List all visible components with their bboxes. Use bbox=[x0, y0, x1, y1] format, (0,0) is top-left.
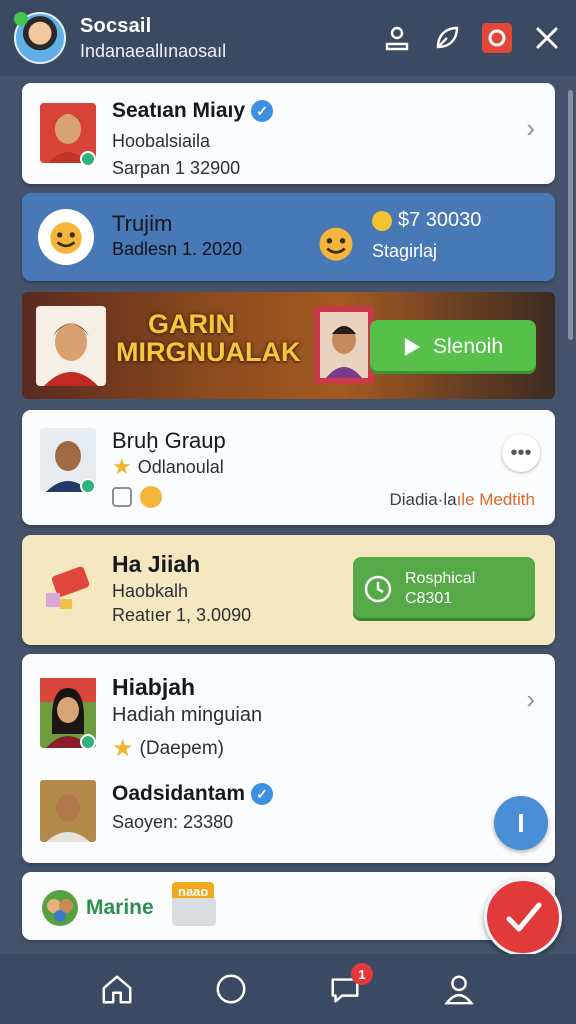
contact-card[interactable]: Seatıan Miaıy ✓ Hoobalsiaila Sarpan 1 329… bbox=[22, 83, 555, 184]
sub-profile-line: Saoyen: 23380 bbox=[112, 812, 234, 832]
banner-play-button[interactable]: Slenoih bbox=[370, 320, 536, 374]
app-header: Socsail Indanaeallınaosaıl bbox=[0, 0, 576, 76]
info-fab-label: I bbox=[517, 807, 525, 838]
reward-amount-wrap: $7 30030 bbox=[372, 209, 481, 232]
group-card[interactable]: Bruḫ Graup ★ Odlanoulal ••• Diadia·laıle… bbox=[22, 410, 555, 525]
group-name: Bruḫ Graup bbox=[112, 428, 226, 453]
profile-line1: Hadiah minguian bbox=[112, 704, 263, 726]
smile-icon bbox=[319, 227, 353, 261]
claim-button[interactable]: Rosphical C8301 bbox=[353, 557, 535, 621]
reward-amount: $7 30030 bbox=[398, 209, 482, 231]
status-icon bbox=[80, 151, 96, 167]
app-subtitle: Indanaeallınaosaıl bbox=[80, 40, 227, 61]
marine-card[interactable]: Marine naao bbox=[22, 872, 555, 940]
verified-icon: ✓ bbox=[251, 783, 274, 806]
gift-card[interactable]: Ha Jiiah Haobkalh Reatıer 1, 3.0090 Rosp… bbox=[22, 535, 555, 645]
coin-icon bbox=[372, 210, 392, 231]
promo-banner[interactable]: GARIN MIRGNUALAK Slenoih bbox=[22, 292, 555, 399]
group-rating: ★ Odlanoulal bbox=[112, 454, 224, 480]
contact-name: Seatıan Miaıy bbox=[112, 99, 246, 122]
verified-icon: ✓ bbox=[251, 100, 274, 123]
reward-date: Badlesn 1. 2020 bbox=[112, 239, 243, 259]
sub-profile-name: Oadsidantam bbox=[112, 782, 246, 805]
more-options-icon[interactable]: ••• bbox=[502, 434, 540, 472]
contact-line1: Hoobalsiaila bbox=[112, 131, 211, 151]
chevron-right-icon[interactable]: › bbox=[526, 684, 535, 715]
contact-name-wrap: Seatıan Miaıy ✓ bbox=[112, 99, 274, 123]
banner-avatar bbox=[36, 306, 106, 386]
bottom-navigation: 1 bbox=[0, 954, 576, 1024]
sub-profile-name-wrap: Oadsidantam ✓ bbox=[112, 782, 274, 806]
smile-icon bbox=[50, 222, 82, 254]
circle-icon[interactable] bbox=[211, 969, 251, 1009]
header-text: Socsail Indanaeallınaosaıl bbox=[80, 15, 226, 62]
gift-line2: Reatıer 1, 3.0090 bbox=[112, 605, 252, 625]
banner-title-line1: GARIN bbox=[148, 309, 235, 339]
play-icon bbox=[404, 338, 421, 356]
status-icon bbox=[80, 734, 96, 750]
clock-icon bbox=[364, 575, 392, 603]
profile-name: Hiabjah bbox=[112, 674, 196, 700]
group-logo-icon bbox=[42, 890, 78, 926]
app-title: Socsail bbox=[80, 14, 152, 37]
home-icon[interactable] bbox=[97, 969, 137, 1009]
leaf-icon[interactable] bbox=[432, 23, 462, 53]
smile-icon bbox=[140, 486, 162, 508]
chevron-right-icon[interactable]: › bbox=[526, 113, 535, 144]
sub-profile-avatar bbox=[40, 780, 96, 842]
status-icon bbox=[80, 478, 96, 494]
chat-badge: 1 bbox=[351, 963, 373, 985]
reward-name: Trujim bbox=[112, 211, 173, 236]
contact-line2: Sarpan 1 32900 bbox=[112, 158, 241, 178]
star-icon: ★ bbox=[112, 735, 134, 762]
header-actions bbox=[382, 23, 562, 53]
group-footer: Diadia·laıle Medtith bbox=[389, 490, 535, 510]
star-icon: ★ bbox=[112, 454, 132, 479]
group-line1: Odlanoulal bbox=[137, 456, 224, 477]
banner-button-label: Slenoih bbox=[432, 335, 504, 358]
marine-tag: naao bbox=[172, 882, 218, 926]
record-icon[interactable] bbox=[482, 23, 512, 53]
check-edit-icon bbox=[506, 902, 542, 932]
profile-line2: (Daepem) bbox=[139, 737, 224, 759]
profile-rating: ★ (Daepem) bbox=[112, 734, 224, 763]
scrollbar[interactable] bbox=[568, 90, 573, 340]
gift-name: Ha Jiiah bbox=[112, 551, 201, 577]
square-icon bbox=[112, 487, 132, 507]
gift-icon bbox=[46, 566, 90, 609]
close-icon[interactable] bbox=[532, 23, 562, 53]
profile-avatar[interactable] bbox=[14, 12, 66, 64]
group-reactions bbox=[112, 486, 162, 508]
banner-title-line2: MIRGNUALAK bbox=[116, 337, 301, 368]
emoji-avatar bbox=[38, 209, 94, 265]
profile-list-card[interactable]: Hiabjah Hadiah minguian ★ (Daepem) › Oad… bbox=[22, 654, 555, 863]
claim-button-line2: C8301 bbox=[405, 590, 453, 607]
online-status-icon bbox=[14, 12, 28, 26]
banner-title: GARIN MIRGNUALAK bbox=[116, 310, 300, 367]
account-icon[interactable] bbox=[439, 969, 479, 1009]
info-fab[interactable]: I bbox=[494, 796, 548, 850]
marine-tag-box bbox=[172, 898, 216, 926]
group-footer-highlight: ıle Medtith bbox=[456, 490, 535, 509]
gift-line1: Haobkalh bbox=[112, 581, 189, 601]
compose-fab[interactable] bbox=[484, 878, 562, 956]
reward-card[interactable]: Trujim Badlesn 1. 2020 $7 30030 Stagirla… bbox=[22, 193, 555, 281]
chat-icon[interactable]: 1 bbox=[325, 963, 373, 1009]
claim-button-line1: Rosphical bbox=[405, 570, 476, 587]
marine-name: Marine bbox=[86, 896, 154, 919]
reward-amount-label: Stagirlaj bbox=[372, 241, 438, 261]
profile-icon[interactable] bbox=[382, 23, 412, 53]
group-footer-prefix: Diadia·la bbox=[389, 490, 457, 509]
